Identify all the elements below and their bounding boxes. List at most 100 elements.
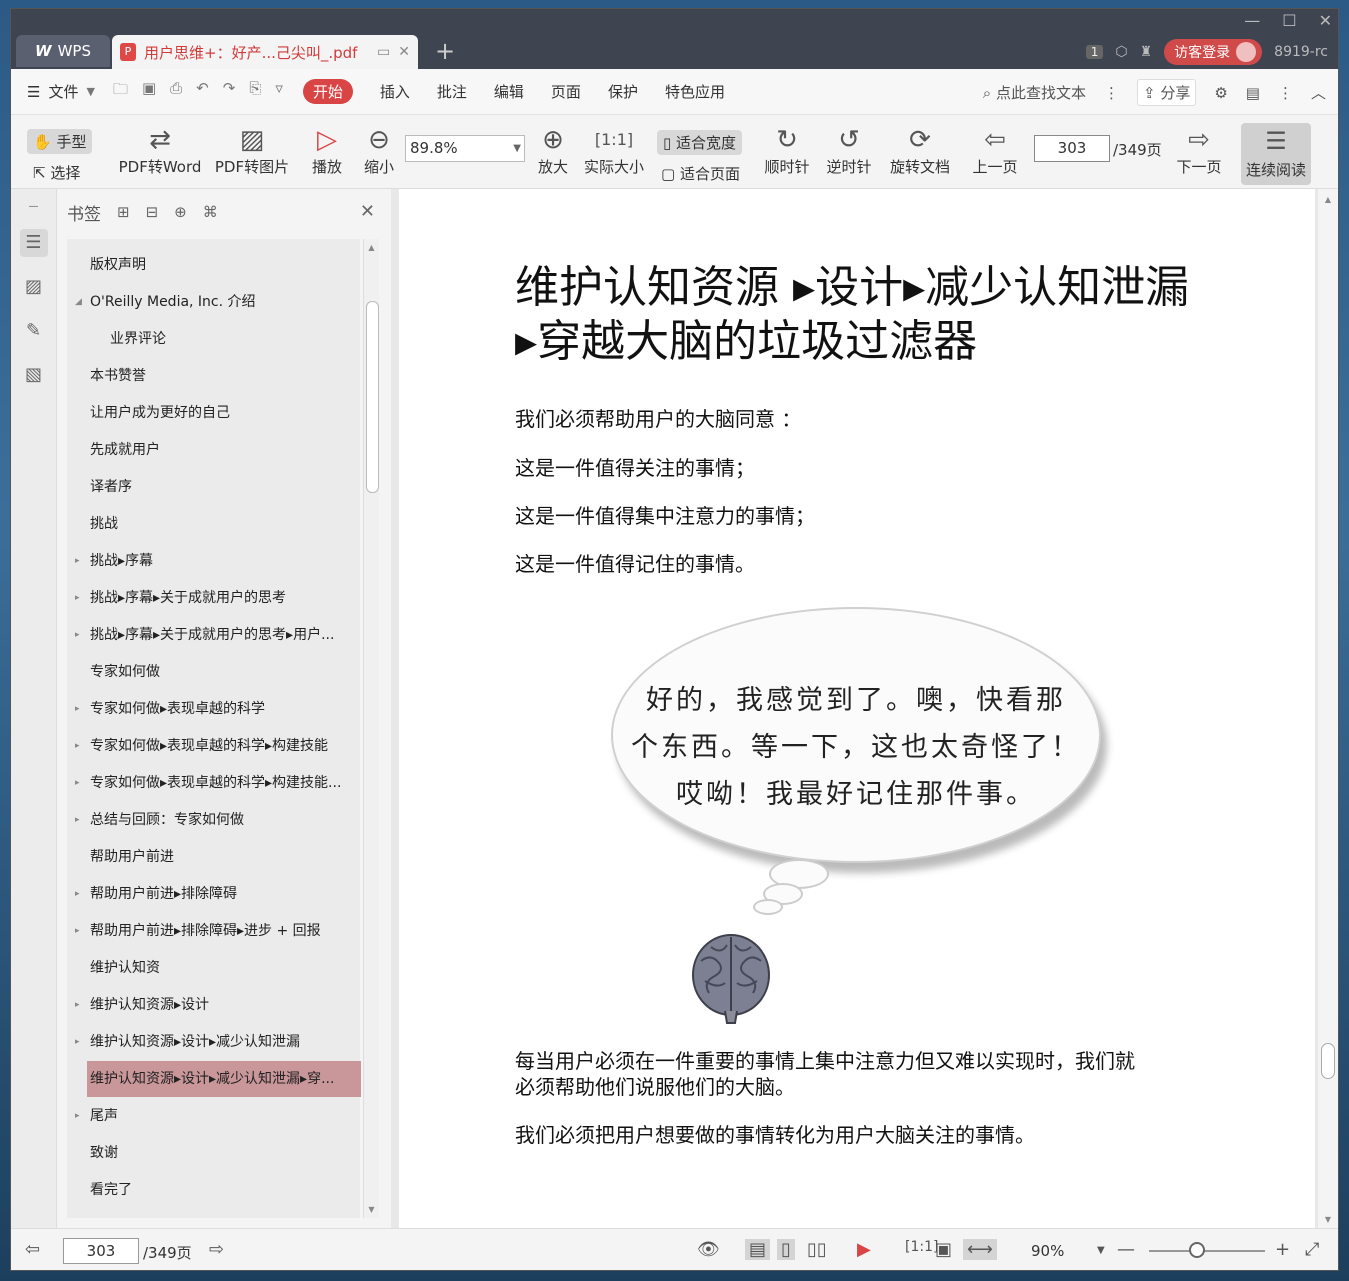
zoom-in-icon[interactable]: + (1275, 1239, 1290, 1260)
shirt-icon[interactable]: ♜ (1140, 44, 1153, 60)
bookmark-item[interactable]: ▸ 维护认知资源▸设计▸减少认知泄漏 (67, 1024, 360, 1060)
bookmark-item[interactable]: ▸ 维护认知资源▸设计 (67, 987, 360, 1023)
share-button[interactable]: ⇪ 分享 (1136, 79, 1197, 106)
maximize-icon[interactable]: ☐ (1282, 11, 1296, 30)
bookmark-item[interactable]: 业界评论 (67, 321, 360, 357)
file-menu[interactable]: ☰ 文件 ▼ (27, 81, 95, 102)
open-folder-icon[interactable]: 🗀 (113, 79, 128, 104)
document-scroll-thumb[interactable] (1321, 1043, 1335, 1079)
collapsed-arrow-icon[interactable]: ▸ (75, 913, 80, 949)
expanded-arrow-icon[interactable]: ◢ (75, 284, 82, 320)
bookmark-scroll-thumb[interactable] (366, 301, 379, 493)
bookmark-item[interactable]: ▸ 帮助用户前进▸排除障碍▸进步 + 回报 (67, 913, 360, 949)
fit-width-icon[interactable]: ⟷ (963, 1239, 997, 1260)
export-icon[interactable]: ⎘ (249, 79, 261, 104)
select-tool-button[interactable]: ⇱ 选择 (33, 162, 80, 183)
collapsed-arrow-icon[interactable]: ▸ (75, 1024, 80, 1060)
pdf-to-word-button[interactable]: ⇄ PDF转Word (115, 123, 205, 177)
pdf-to-image-button[interactable]: ▨ PDF转图片 (213, 123, 291, 177)
wps-home-tab[interactable]: W WPS (16, 35, 110, 67)
more-chevron-icon[interactable]: ▿ (275, 79, 283, 104)
bookmark-item[interactable]: 致谢 (67, 1135, 360, 1171)
fit-page-icon[interactable]: ▣ (935, 1239, 952, 1260)
minimize-icon[interactable]: — (1244, 11, 1260, 30)
more-vertical-icon[interactable]: ⋮ (1104, 84, 1119, 102)
actual-size-icon[interactable]: [1:1] (905, 1239, 938, 1255)
bookmark-item[interactable]: ▸ 挑战▸序幕▸关于成就用户的思考 (67, 580, 360, 616)
continuous-read-button[interactable]: ☰ 连续阅读 (1241, 123, 1311, 185)
document-tab[interactable]: P 用户思维+：好产...己尖叫_.pdf ▭ ✕ (112, 35, 418, 69)
bookmark-item[interactable]: 挑战 (67, 506, 360, 542)
two-page-icon[interactable]: ▯▯ (807, 1239, 827, 1260)
new-tab-button[interactable]: + (435, 37, 455, 65)
actual-size-button[interactable]: [1:1] 实际大小 (581, 123, 647, 177)
play-icon[interactable]: ▶ (857, 1239, 871, 1260)
fit-page-button[interactable]: ▢ 适合页面 (661, 163, 740, 184)
bookmark-item[interactable]: ▸ 挑战▸序幕▸关于成就用户的思考▸用户... (67, 617, 360, 653)
scroll-up-icon[interactable]: ▲ (364, 243, 379, 252)
collapsed-arrow-icon[interactable]: ▸ (75, 728, 80, 764)
collapsed-arrow-icon[interactable]: ▸ (75, 691, 80, 727)
rotate-clockwise-button[interactable]: ↻ 顺时针 (761, 123, 813, 177)
scroll-down-icon[interactable]: ▼ (1318, 1215, 1338, 1224)
bookmark-tag-icon[interactable]: ⌘ (203, 203, 218, 221)
bookmark-item[interactable]: ▸ 尾声 (67, 1098, 360, 1134)
bookmark-item[interactable]: 版权声明 (67, 247, 360, 283)
bookmark-scrollbar[interactable]: ▲ ▼ (363, 239, 379, 1218)
menu-tab-protect[interactable]: 保护 (608, 81, 638, 102)
rotate-counterclockwise-button[interactable]: ↺ 逆时针 (823, 123, 875, 177)
scroll-up-icon[interactable]: ▲ (1318, 195, 1338, 204)
zoom-out-icon[interactable]: — (1117, 1239, 1135, 1260)
monitor-icon[interactable]: ▭ (377, 44, 390, 60)
bookmark-item[interactable]: ▸ 专家如何做▸表现卓越的科学▸构建技能... (67, 765, 360, 801)
zoom-in-button[interactable]: ⊕ 放大 (531, 123, 575, 177)
signature-icon[interactable]: ▧ (20, 361, 48, 389)
close-tab-icon[interactable]: ✕ (398, 44, 410, 60)
status-prev-page-icon[interactable]: ⇦ (25, 1239, 40, 1260)
bookmark-item[interactable]: 译者序 (67, 469, 360, 505)
bookmark-item[interactable]: 看完了 (67, 1172, 360, 1208)
menu-tab-start[interactable]: 开始 (302, 79, 353, 104)
annotation-icon[interactable]: ✎ (20, 317, 48, 345)
bookmark-item[interactable]: 先成就用户 (67, 432, 360, 468)
document-scrollbar[interactable]: ▲ ▼ (1318, 189, 1338, 1228)
scroll-down-icon[interactable]: ▼ (364, 1205, 379, 1214)
status-zoom-value[interactable]: 90% (1031, 1242, 1064, 1260)
collapsed-arrow-icon[interactable]: ▸ (75, 802, 80, 838)
expand-all-icon[interactable]: ⊞ (117, 203, 130, 221)
collapse-ribbon-icon[interactable]: ︿ (1311, 82, 1326, 103)
collapsed-arrow-icon[interactable]: ▸ (75, 580, 80, 616)
chevron-down-icon[interactable]: ▼ (1097, 1245, 1105, 1256)
zoom-out-button[interactable]: ⊖ 缩小 (357, 123, 401, 177)
bookmark-item[interactable]: 让用户成为更好的自己 (67, 395, 360, 431)
menu-tab-features[interactable]: 特色应用 (665, 81, 725, 102)
collapsed-arrow-icon[interactable]: ▸ (75, 765, 80, 801)
collapsed-arrow-icon[interactable]: ▸ (75, 1098, 80, 1134)
menu-tab-insert[interactable]: 插入 (380, 81, 410, 102)
save-icon[interactable]: ▣ (142, 79, 156, 104)
print-icon[interactable]: ⎙ (170, 79, 182, 104)
bookmark-item[interactable]: 专家如何做 (67, 654, 360, 690)
close-panel-icon[interactable]: ✕ (360, 201, 375, 222)
window-count-badge[interactable]: 1 (1085, 45, 1104, 59)
page-number-input[interactable]: 303 (1034, 135, 1110, 162)
zoom-select[interactable]: 89.8% ▼ (405, 135, 525, 162)
rotate-document-button[interactable]: ⟳ 旋转文档 (887, 123, 953, 177)
add-bookmark-icon[interactable]: ⊕ (174, 203, 187, 221)
login-button[interactable]: 访客登录 (1164, 39, 1263, 65)
zoom-slider-track[interactable] (1149, 1250, 1265, 1252)
next-page-button[interactable]: ⇨ 下一页 (1173, 123, 1225, 177)
prev-page-button[interactable]: ⇦ 上一页 (969, 123, 1021, 177)
more-icon[interactable]: ⋮ (1278, 84, 1293, 102)
close-window-icon[interactable]: ✕ (1319, 11, 1332, 30)
bookmark-item[interactable]: 维护认知资 (67, 950, 360, 986)
menu-tab-edit[interactable]: 编辑 (494, 81, 524, 102)
bookmark-item[interactable]: 本书赞誉 (67, 358, 360, 394)
fullscreen-icon[interactable]: ⤢ (1305, 1239, 1319, 1260)
undo-icon[interactable]: ↶ (196, 79, 209, 104)
comment-icon[interactable]: ▤ (1246, 84, 1260, 102)
eye-protection-icon[interactable]: 👁 (697, 1239, 720, 1260)
bookmark-item[interactable]: 帮助用户前进 (67, 839, 360, 875)
bookmark-item[interactable]: ◢ O'Reilly Media, Inc. 介绍 (67, 284, 360, 320)
thumbnail-icon[interactable]: ▨ (20, 273, 48, 301)
